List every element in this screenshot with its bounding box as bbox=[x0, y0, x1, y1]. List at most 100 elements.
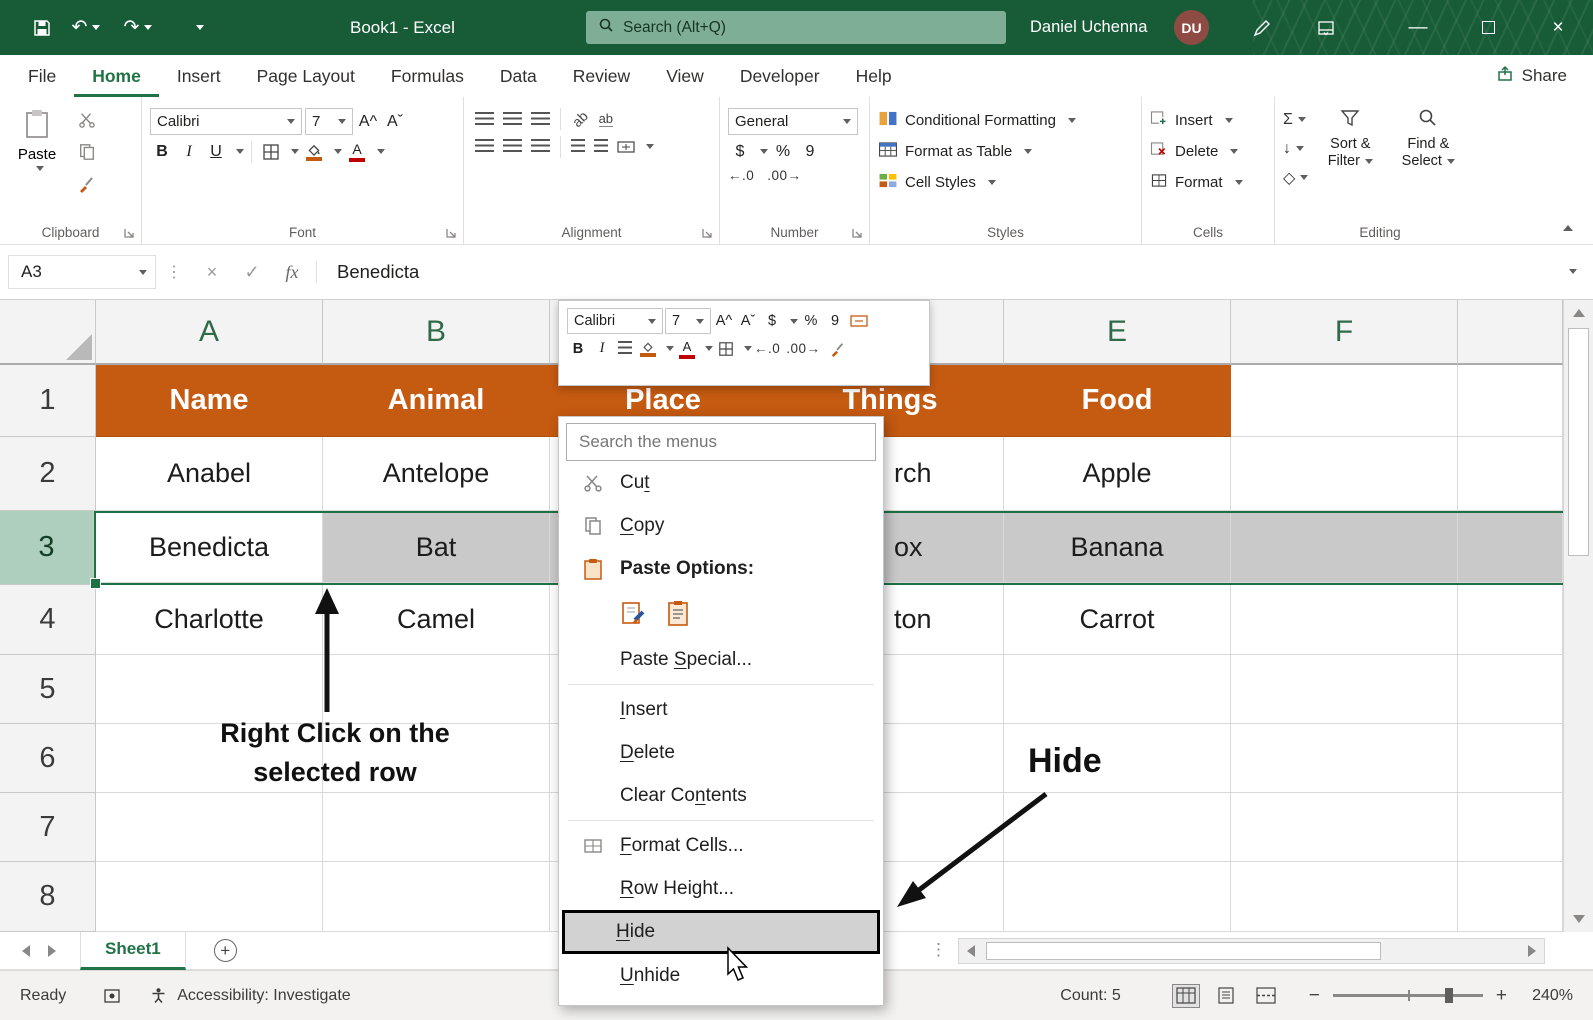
avatar[interactable]: DU bbox=[1174, 10, 1209, 45]
cell-A1[interactable]: Name bbox=[96, 365, 323, 437]
cell-B8[interactable] bbox=[323, 862, 550, 932]
row-header-3[interactable]: 3 bbox=[0, 511, 94, 585]
tab-page-layout[interactable]: Page Layout bbox=[239, 55, 373, 97]
column-header-F[interactable]: F bbox=[1231, 300, 1458, 365]
fill-color-button[interactable] bbox=[302, 138, 326, 165]
accessibility-icon[interactable] bbox=[150, 987, 167, 1004]
mini-increase-decimal-button[interactable]: ←.0 bbox=[754, 341, 780, 356]
bold-button[interactable]: B bbox=[150, 138, 174, 165]
column-header-B[interactable]: B bbox=[323, 300, 550, 365]
menu-item-cut[interactable]: Cut bbox=[566, 461, 876, 504]
merge-center-button[interactable] bbox=[614, 133, 638, 160]
menu-item-unhide[interactable]: Unhide bbox=[566, 954, 876, 997]
mini-merge-button[interactable] bbox=[848, 309, 870, 334]
scroll-left-icon[interactable] bbox=[959, 939, 983, 963]
increase-font-size-button[interactable]: A^ bbox=[356, 108, 380, 135]
mini-align-center-icon[interactable] bbox=[618, 341, 632, 356]
row-header-8[interactable]: 8 bbox=[0, 862, 96, 932]
cell-E7[interactable] bbox=[1004, 793, 1231, 862]
alignment-dialog-launcher-icon[interactable] bbox=[701, 226, 715, 240]
maximize-button[interactable] bbox=[1453, 0, 1523, 55]
tab-file[interactable]: File bbox=[10, 55, 74, 97]
close-button[interactable]: × bbox=[1523, 0, 1593, 55]
conditional-formatting-button[interactable]: Conditional Formatting bbox=[878, 105, 1133, 136]
scroll-right-icon[interactable] bbox=[1520, 939, 1544, 963]
formula-bar-drag-dots-icon[interactable]: ⋮ bbox=[166, 262, 182, 282]
align-middle-icon[interactable] bbox=[503, 112, 522, 127]
cell-E5[interactable] bbox=[1004, 655, 1231, 724]
cell-F7[interactable] bbox=[1231, 793, 1458, 862]
row-header-1[interactable]: 1 bbox=[0, 365, 96, 437]
fill-handle[interactable] bbox=[90, 578, 101, 589]
cell-A7[interactable] bbox=[96, 793, 323, 862]
zoom-slider-thumb[interactable] bbox=[1445, 988, 1453, 1003]
cell-partial-5[interactable] bbox=[1458, 655, 1563, 724]
font-name-select[interactable]: Calibri bbox=[150, 108, 302, 135]
accounting-format-button[interactable]: $ bbox=[728, 138, 752, 165]
cell-A3[interactable]: Benedicta bbox=[96, 513, 323, 583]
comma-style-button[interactable]: 9 bbox=[798, 138, 822, 165]
tab-home[interactable]: Home bbox=[74, 55, 159, 97]
cell-partial-2[interactable] bbox=[1458, 437, 1563, 511]
cell-A8[interactable] bbox=[96, 862, 323, 932]
column-header-A[interactable]: A bbox=[96, 300, 323, 365]
cancel-button[interactable]: × bbox=[192, 262, 232, 283]
tab-developer[interactable]: Developer bbox=[722, 55, 838, 97]
tab-view[interactable]: View bbox=[648, 55, 722, 97]
name-box[interactable]: A3 bbox=[8, 255, 156, 289]
page-layout-view-icon[interactable] bbox=[1213, 985, 1239, 1007]
font-size-select[interactable]: 7 bbox=[305, 108, 353, 135]
align-top-icon[interactable] bbox=[475, 112, 494, 127]
cell-F4[interactable] bbox=[1231, 585, 1458, 655]
user-name[interactable]: Daniel Uchenna bbox=[1030, 0, 1147, 55]
menu-item-copy[interactable]: Copy bbox=[566, 504, 876, 547]
menu-item-hide[interactable]: Hide bbox=[562, 910, 880, 954]
redo-button[interactable]: ↷ bbox=[118, 0, 158, 55]
mini-font-size-select[interactable]: 7 bbox=[665, 308, 711, 334]
cell-partial-1[interactable] bbox=[1458, 365, 1563, 437]
cell-partial-4[interactable] bbox=[1458, 585, 1563, 655]
menu-item-insert[interactable]: Insert bbox=[566, 688, 876, 731]
mini-increase-font-button[interactable]: A^ bbox=[713, 309, 735, 334]
horizontal-scrollbar[interactable] bbox=[958, 938, 1545, 964]
clipboard-dialog-launcher-icon[interactable] bbox=[123, 226, 137, 240]
next-sheet-icon[interactable] bbox=[48, 945, 56, 957]
tab-formulas[interactable]: Formulas bbox=[373, 55, 482, 97]
formula-bar-value[interactable]: Benedicta bbox=[337, 261, 419, 283]
cell-E3[interactable]: Banana bbox=[1004, 513, 1231, 583]
menu-item-paste-special[interactable]: Paste Special... bbox=[566, 638, 876, 681]
increase-indent-icon[interactable] bbox=[594, 139, 608, 154]
macro-record-icon[interactable] bbox=[104, 989, 120, 1003]
mini-format-painter-button[interactable] bbox=[827, 336, 849, 361]
page-break-view-icon[interactable] bbox=[1253, 985, 1279, 1007]
normal-view-icon[interactable] bbox=[1173, 985, 1199, 1007]
cell-A4[interactable]: Charlotte bbox=[96, 585, 323, 655]
cell-partial-3[interactable] bbox=[1458, 513, 1563, 583]
horizontal-scrollbar-thumb[interactable] bbox=[986, 942, 1381, 960]
sheet-tab-sheet1[interactable]: Sheet1 bbox=[80, 932, 186, 970]
mini-comma-button[interactable]: 9 bbox=[824, 309, 846, 334]
copy-button[interactable] bbox=[78, 143, 96, 166]
cut-button[interactable] bbox=[78, 111, 96, 134]
ribbon-insert-button[interactable]: Insert bbox=[1150, 105, 1266, 136]
mini-font-name-select[interactable]: Calibri bbox=[567, 308, 663, 334]
cell-F1[interactable] bbox=[1231, 365, 1458, 437]
mini-fill-color-button[interactable] bbox=[637, 336, 659, 361]
borders-button[interactable] bbox=[259, 138, 283, 165]
menu-item-paste-options[interactable]: Paste Options: bbox=[566, 547, 876, 590]
enter-button[interactable]: ✓ bbox=[232, 262, 272, 283]
cell-styles-button[interactable]: Cell Styles bbox=[878, 167, 1133, 198]
wrap-text-icon[interactable]: ab bbox=[599, 111, 613, 127]
tab-review[interactable]: Review bbox=[555, 55, 648, 97]
inking-icon[interactable] bbox=[1240, 0, 1284, 55]
tab-insert[interactable]: Insert bbox=[159, 55, 239, 97]
ribbon-format-button[interactable]: Format bbox=[1150, 167, 1266, 198]
fill-button[interactable]: ↓ bbox=[1283, 136, 1308, 161]
mini-decrease-font-button[interactable]: Aˇ bbox=[737, 309, 759, 334]
save-icon[interactable] bbox=[24, 0, 60, 55]
mini-decrease-decimal-button[interactable]: .00→ bbox=[786, 341, 820, 356]
zoom-slider[interactable] bbox=[1333, 994, 1483, 997]
decrease-decimal-button[interactable]: .00→ bbox=[767, 168, 801, 183]
mini-bold-button[interactable]: B bbox=[567, 336, 589, 361]
row-header-7[interactable]: 7 bbox=[0, 793, 96, 862]
